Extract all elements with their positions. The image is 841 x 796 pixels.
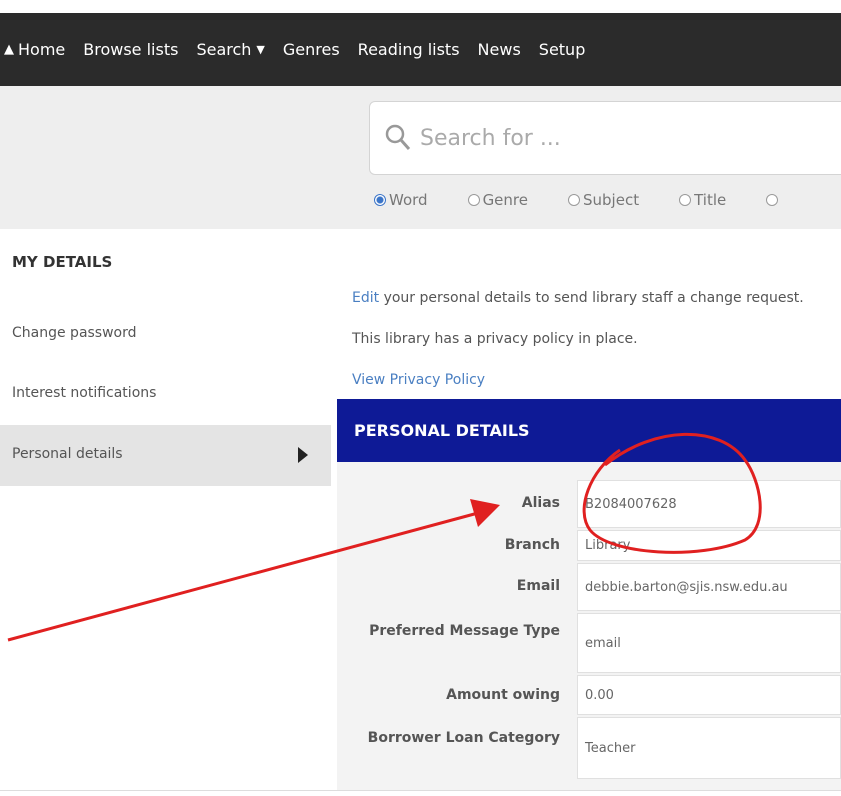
- arrow-right-icon: [298, 447, 308, 463]
- field-value-borrower-loan-category: Teacher: [577, 717, 841, 779]
- footer-divider: [0, 790, 841, 791]
- radio-subject[interactable]: Subject: [568, 191, 639, 209]
- radio-empty-icon: [467, 194, 480, 206]
- field-value-email: debbie.barton@sjis.nsw.edu.au: [577, 563, 841, 611]
- search-icon: [384, 123, 412, 153]
- field-value-branch: Library: [577, 530, 841, 561]
- field-label-email: Email: [516, 578, 560, 594]
- radio-empty-icon: [568, 194, 580, 206]
- edit-link[interactable]: Edit: [352, 290, 379, 306]
- nav-browse-lists[interactable]: Browse lists: [83, 40, 178, 59]
- caret-down-icon: ▼: [256, 42, 265, 56]
- search-type-options: Word Genre Subject Title: [374, 189, 781, 211]
- main-nav: ▲ Home Browse lists Search ▼ Genres Read…: [0, 37, 585, 61]
- sidebar-item-interest-notifications[interactable]: Interest notifications: [12, 385, 156, 401]
- nav-search[interactable]: Search ▼: [196, 40, 264, 59]
- edit-request-text: Edit your personal details to send libra…: [352, 290, 804, 306]
- radio-selected-icon: [374, 194, 386, 206]
- field-label-alias: Alias: [521, 495, 560, 511]
- search-input[interactable]: Search for ...: [369, 101, 841, 175]
- privacy-text: This library has a privacy policy in pla…: [352, 331, 638, 347]
- field-label-borrower-loan-category: Borrower Loan Category: [367, 730, 560, 746]
- field-value-alias: B2084007628: [577, 480, 841, 528]
- home-icon: ▲: [4, 41, 14, 57]
- privacy-policy-link[interactable]: View Privacy Policy: [352, 372, 485, 388]
- radio-title[interactable]: Title: [679, 191, 726, 209]
- personal-details-header: PERSONAL DETAILS: [337, 399, 841, 462]
- nav-setup[interactable]: Setup: [539, 40, 586, 59]
- radio-genre[interactable]: Genre: [467, 191, 528, 209]
- field-value-amount-owing: 0.00: [577, 675, 841, 715]
- sidebar-item-label: Personal details: [12, 446, 123, 462]
- sidebar-item-change-password[interactable]: Change password: [12, 325, 137, 341]
- search-placeholder: Search for ...: [420, 125, 561, 151]
- radio-empty-icon: [766, 194, 779, 206]
- nav-genres[interactable]: Genres: [283, 40, 340, 59]
- radio-more[interactable]: [766, 194, 781, 206]
- field-value-preferred-message-type: email: [577, 613, 841, 673]
- radio-empty-icon: [679, 194, 692, 206]
- field-label-amount-owing: Amount owing: [446, 687, 560, 703]
- field-label-preferred-message-type: Preferred Message Type: [369, 623, 560, 639]
- radio-word[interactable]: Word: [374, 191, 428, 209]
- nav-reading-lists[interactable]: Reading lists: [358, 40, 460, 59]
- field-label-branch: Branch: [504, 537, 560, 553]
- nav-news[interactable]: News: [478, 40, 521, 59]
- sidebar-heading: MY DETAILS: [12, 253, 113, 271]
- nav-home[interactable]: ▲ Home: [4, 40, 65, 59]
